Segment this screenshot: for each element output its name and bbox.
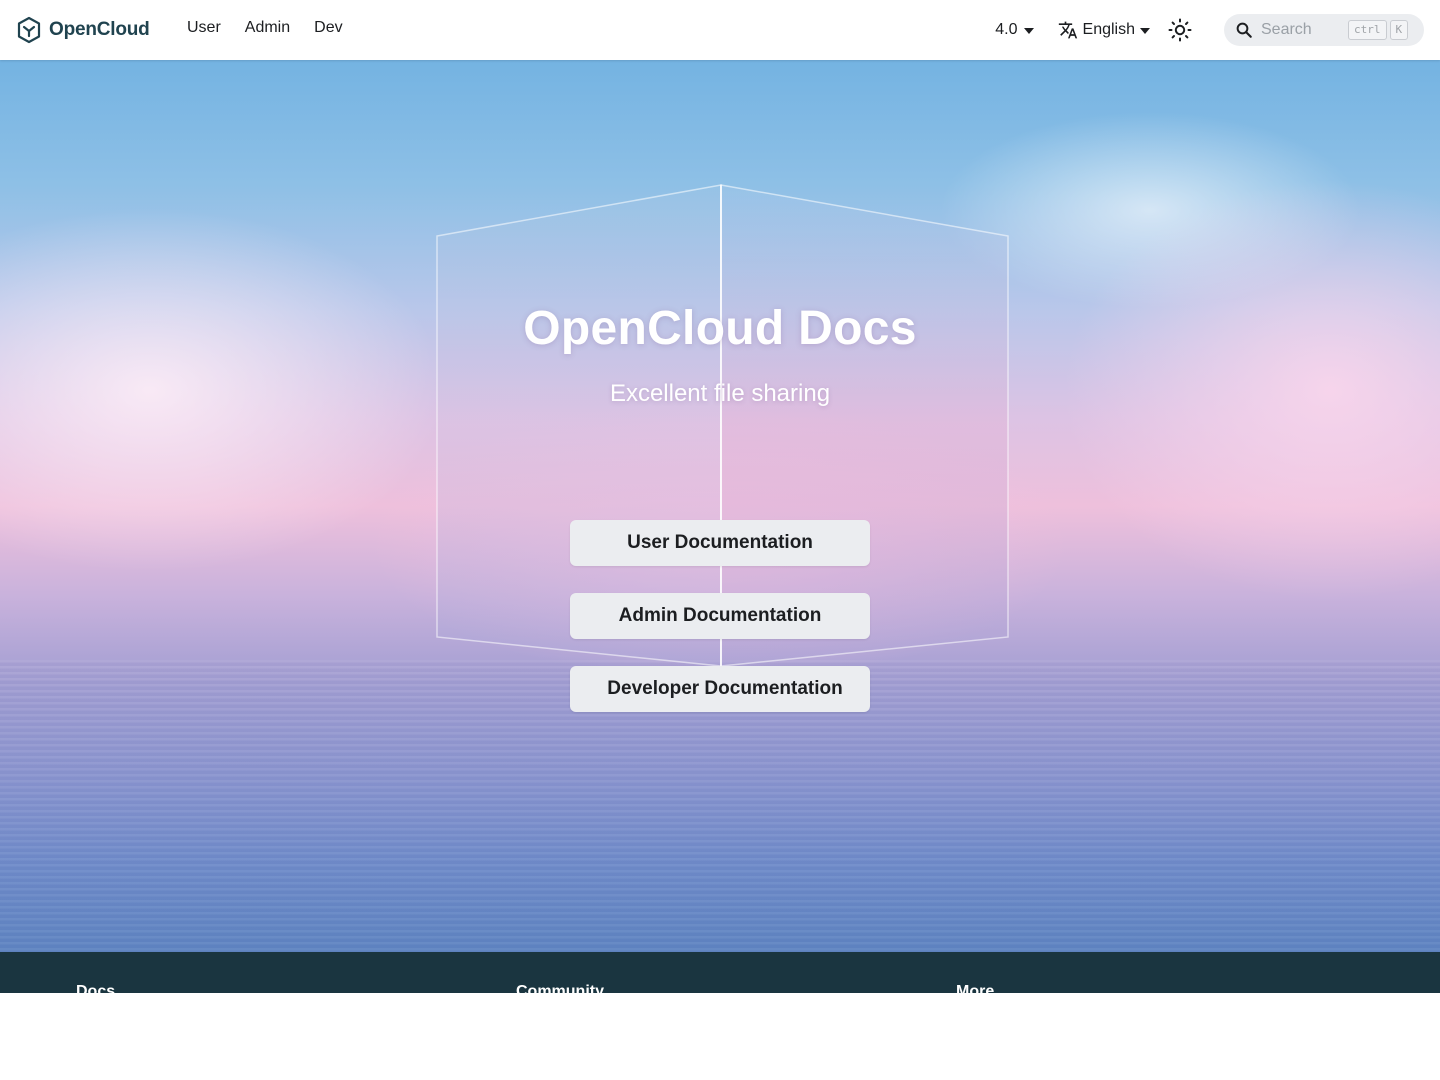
version-dropdown[interactable]: 4.0 — [995, 21, 1034, 39]
footer: Docs Community More — [0, 952, 1440, 993]
sun-icon — [1168, 18, 1192, 42]
navbar: OpenCloud User Admin Dev 4.0 English Sea… — [0, 0, 1440, 60]
opencloud-logo-icon — [17, 16, 41, 44]
footer-column-title-community: Community — [516, 983, 604, 993]
language-dropdown[interactable]: English — [1058, 20, 1150, 40]
shortcut-key-k: K — [1389, 20, 1409, 40]
shortcut-key-ctrl: ctrl — [1348, 20, 1387, 40]
translate-icon — [1058, 21, 1077, 39]
admin-documentation-button[interactable]: Admin Documentation — [570, 593, 870, 639]
hero-subtitle: Excellent file sharing — [609, 380, 831, 407]
theme-toggle-button[interactable] — [1168, 18, 1192, 42]
user-documentation-button[interactable]: User Documentation — [570, 520, 870, 566]
version-label: 4.0 — [995, 21, 1018, 38]
glass-cube-illustration — [436, 184, 1009, 667]
nav-link-user[interactable]: User — [187, 19, 221, 37]
footer-column-title-more: More — [956, 983, 995, 993]
nav-link-dev[interactable]: Dev — [314, 19, 342, 37]
primary-nav: User Admin Dev — [187, 19, 343, 37]
footer-column-title-docs: Docs — [76, 983, 116, 993]
language-label: English — [1082, 21, 1135, 38]
nav-link-admin[interactable]: Admin — [245, 19, 290, 37]
search-icon — [1236, 22, 1252, 38]
search-input[interactable] — [1261, 21, 1345, 39]
search-box[interactable]: ctrl K — [1224, 14, 1424, 46]
brand-name: OpenCloud — [49, 19, 150, 40]
brand-link[interactable]: OpenCloud — [17, 15, 150, 45]
hero-title: OpenCloud Docs — [523, 302, 917, 355]
developer-documentation-button[interactable]: Developer Documentation — [570, 666, 870, 712]
hero-banner: OpenCloud Docs Excellent file sharing Us… — [0, 60, 1440, 952]
navbar-right: 4.0 English Search ctrl K — [995, 14, 1424, 46]
chevron-down-icon — [1140, 28, 1150, 34]
chevron-down-icon — [1023, 28, 1034, 34]
